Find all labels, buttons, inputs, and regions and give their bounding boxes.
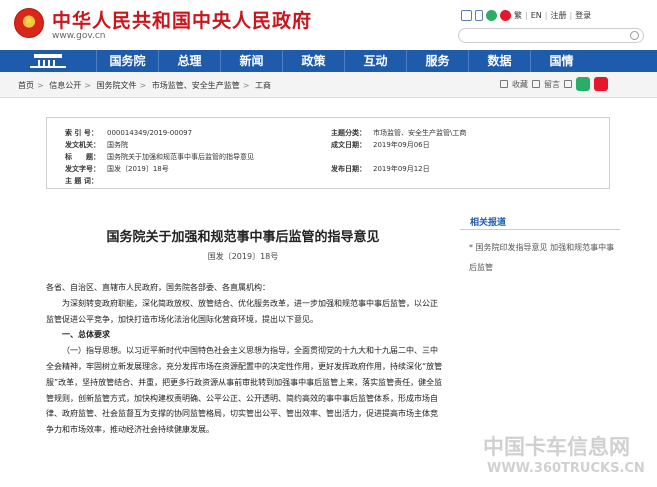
nav-item-national-conditions[interactable]: 国情 [530, 50, 592, 72]
document-number: 国发〔2019〕18号 [207, 252, 279, 261]
nav-item-services[interactable]: 服务 [406, 50, 468, 72]
login-link[interactable]: 登录 [575, 10, 591, 21]
info-written-date: 成文日期： 2019年09月06日 [331, 141, 430, 149]
english-link[interactable]: EN [531, 11, 542, 20]
site-title[interactable]: 中华人民共和国中央人民政府 [52, 6, 312, 33]
print-icon[interactable] [564, 80, 572, 88]
addressee: 各省、自治区、直辖市人民政府，国务院各部委、各直属机构： [46, 283, 270, 292]
section-heading: 一、总体要求 [62, 330, 110, 340]
search-input[interactable] [458, 28, 644, 43]
watermark-cn: 中国卡车信息网 [483, 434, 630, 459]
related-divider [460, 229, 620, 230]
info-docno: 发文字号： 国发〔2019〕18号 [65, 165, 169, 173]
info-subject: 主 题 词： [65, 177, 98, 185]
intro-paragraph: 为深刻转变政府职能，深化简政放权、放管结合、优化服务改革，进一步加强和规范事中事… [46, 298, 438, 324]
wechat-icon[interactable] [486, 10, 497, 21]
breadcrumb: 首页 > 信息公开 > 国务院文件 > 市场监管、安全生产监管 > 工商 收藏 留言 [0, 72, 657, 98]
site-header: ★ 中华人民共和国中央人民政府 www.gov.cn 繁 | EN | 注册 |… [0, 0, 657, 48]
document-body: 各省、自治区、直辖市人民政府，国务院各部委、各直属机构： 为深刻转变政府职能，深… [46, 280, 444, 438]
nav-item-policy[interactable]: 政策 [282, 50, 344, 72]
separator: | [525, 11, 528, 20]
site-url: www.gov.cn [52, 31, 106, 41]
share-bar: 收藏 留言 [500, 77, 608, 91]
breadcrumb-business[interactable]: 工商 [255, 81, 271, 90]
document-info-table: 索 引 号： 000014349/2019-00097 发文机关： 国务院 标 题：… [46, 117, 610, 189]
breadcrumb-separator: > [37, 81, 44, 90]
message-link[interactable]: 留言 [544, 79, 560, 90]
info-published-date: 发布日期： 2019年09月12日 [331, 165, 430, 173]
breadcrumb-separator: > [242, 81, 250, 90]
breadcrumb-market-regulation[interactable]: 市场监管、安全生产监管 [152, 81, 240, 90]
nav-item-data[interactable]: 数据 [468, 50, 530, 72]
nav-item-news[interactable]: 新闻 [220, 50, 282, 72]
breadcrumb-home[interactable]: 首页 [18, 81, 34, 90]
mobile-icon[interactable] [475, 10, 483, 21]
national-emblem-icon[interactable]: ★ [14, 8, 44, 38]
breadcrumb-separator: > [84, 81, 91, 90]
wechat-share-icon[interactable] [576, 77, 590, 91]
body-paragraph: （一）指导思想。以习近平新时代中国特色社会主义思想为指导，全面贯彻党的十九大和十… [46, 346, 443, 435]
search-icon[interactable] [630, 31, 639, 40]
document-title: 国务院关于加强和规范事中事后监管的指导意见 [106, 230, 380, 245]
breadcrumb-items: 首页 > 信息公开 > 国务院文件 > 市场监管、安全生产监管 > 工商 [18, 80, 274, 91]
nav-item-premier[interactable]: 总理 [158, 50, 220, 72]
breadcrumb-info-public[interactable]: 信息公开 [49, 81, 81, 90]
page: ★ 中华人民共和国中央人民政府 www.gov.cn 繁 | EN | 注册 |… [0, 0, 657, 487]
breadcrumb-state-council-docs[interactable]: 国务院文件 [97, 81, 137, 90]
weibo-icon[interactable] [500, 10, 511, 21]
weibo-share-icon[interactable] [594, 77, 608, 91]
mail-icon[interactable] [461, 10, 472, 21]
nav-home[interactable] [0, 50, 96, 72]
related-item[interactable]: * 国务院印发指导意见 加强和规范事中事后监管 [469, 238, 619, 278]
top-links: 繁 | EN | 注册 | 登录 [461, 10, 591, 21]
star-icon[interactable] [500, 80, 508, 88]
separator: | [569, 11, 573, 20]
favorite-link[interactable]: 收藏 [512, 79, 528, 90]
info-index: 索 引 号： 000014349/2019-00097 [65, 129, 193, 137]
info-org: 发文机关： 国务院 [65, 141, 128, 149]
message-icon[interactable] [532, 80, 540, 88]
separator: | [544, 11, 548, 20]
traditional-link[interactable]: 繁 [514, 10, 522, 21]
breadcrumb-separator: > [139, 81, 147, 90]
main-nav: 国务院 总理 新闻 政策 互动 服务 数据 国情 [0, 50, 657, 72]
nav-item-state-council[interactable]: 国务院 [96, 50, 158, 72]
register-link[interactable]: 注册 [550, 10, 566, 21]
related-title: 相关报道 [470, 218, 507, 228]
info-title: 标 题： 国务院关于加强和规范事中事后监管的指导意见 [65, 153, 254, 161]
building-icon [30, 54, 66, 68]
watermark-en: WWW.360TRUCKS.CN [487, 461, 645, 476]
nav-item-interaction[interactable]: 互动 [344, 50, 406, 72]
info-category: 主题分类： 市场监管、安全生产监管\工商 [331, 129, 467, 137]
